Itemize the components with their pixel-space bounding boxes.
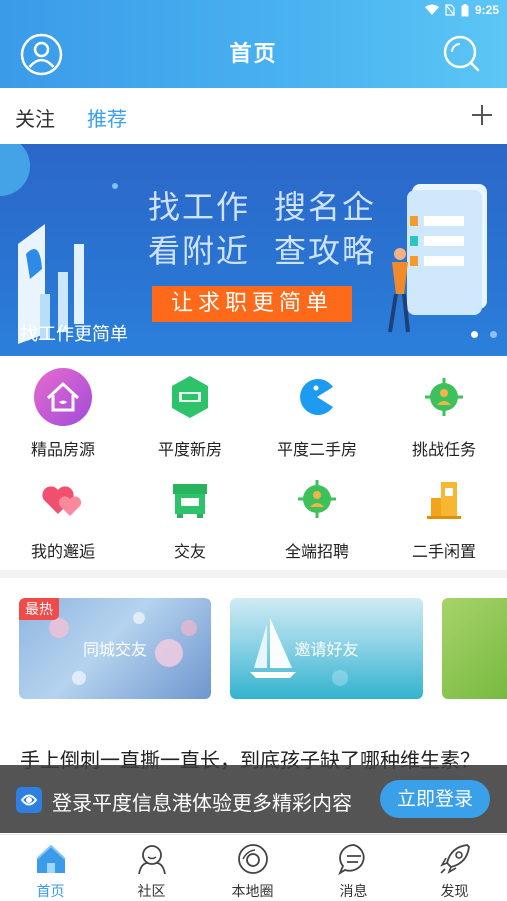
rocket-icon [440,844,470,874]
shortcut-label: 交友 [173,542,206,561]
hearts-icon [42,486,82,516]
shortcut-recruitment[interactable]: 全端招聘 [254,462,380,562]
target-person-icon [425,378,463,416]
shortcut-label: 我的邂逅 [30,542,95,561]
shortcut-grid: 精品房源 平度新房 平度二手房 挑战任务 我的邂逅 交友 全端招聘 二手闲置 [0,360,507,570]
login-prompt-text: 登录平度信息港体验更多精彩内容 [52,791,352,815]
no-sim-icon [445,4,455,16]
nav-discover[interactable]: 发现 [404,839,505,900]
shortcut-make-friends[interactable]: 交友 [127,462,253,562]
shortcut-my-encounters[interactable]: 我的邂逅 [0,462,126,562]
banner-line: 搜名企 [274,188,377,226]
pager-dot [490,331,497,338]
shortcut-label: 全端招聘 [284,542,349,561]
tab-recommend[interactable]: 推荐 [87,103,127,132]
pacman-icon [300,379,333,415]
shortcut-label: 二手闲置 [411,542,476,561]
shortcut-label: 挑战任务 [411,440,476,459]
nav-label: 发现 [440,884,469,900]
target-person-icon [298,480,336,518]
nav-community[interactable]: 社区 [101,839,202,900]
banner-line: 找工作 [148,188,251,226]
status-time: 9:25 [474,3,499,17]
nav-label: 首页 [36,884,65,900]
card-partial[interactable] [442,598,507,699]
shortcut-new-homes[interactable]: 平度新房 [127,360,253,460]
banner-cta: 让求职更简单 [152,286,352,322]
shortcut-label: 平度新房 [157,440,222,459]
login-button[interactable]: 立即登录 [380,780,490,818]
community-icon [138,845,166,875]
banner-pager[interactable] [471,331,497,338]
home-icon [36,844,66,873]
shop-icon [173,484,207,518]
card-title: 同城交友 [82,640,147,659]
add-channel-button[interactable] [471,104,493,126]
local-circle-icon [238,844,268,874]
banner-line: 查攻略 [274,232,377,270]
nav-home[interactable]: 首页 [0,839,101,900]
app-header: 9:25 首页 [0,0,507,88]
house-icon [34,368,92,426]
login-prompt-bar: 登录平度信息港体验更多精彩内容 立即登录 [0,765,507,833]
nav-label: 社区 [137,884,166,900]
category-hex-icon [172,376,208,418]
promo-banner[interactable]: 找工作 搜名企 看附近 查攻略 让求职更简单 找工作更简单 [0,144,507,356]
app-logo-icon [20,794,38,806]
shortcut-label: 平度二手房 [276,440,357,459]
shortcut-challenge-tasks[interactable]: 挑战任务 [381,360,507,460]
plus-icon [472,105,492,125]
banner-line: 看附近 [148,232,251,270]
tab-follow[interactable]: 关注 [15,103,55,132]
wifi-icon [424,4,439,15]
bottom-navigation: 首页 社区 本地圈 消息 发现 [0,834,507,901]
page-title: 首页 [229,42,278,67]
shortcut-second-hand-items[interactable]: 二手闲置 [381,462,507,562]
shortcut-premium-housing[interactable]: 精品房源 [0,360,126,460]
section-divider [0,570,507,578]
search-icon [443,35,480,72]
card-invite-friends[interactable]: 邀请好友 [230,598,423,699]
feed-tabs: 关注 推荐 [0,88,507,144]
hot-badge: 最热 [19,598,59,620]
shortcut-label: 精品房源 [30,440,95,459]
feature-cards: 最热 同城交友 邀请好友 [0,598,507,700]
nav-local-circle[interactable]: 本地圈 [202,839,303,900]
building-icon [427,482,461,519]
pager-dot-active [471,331,478,338]
battery-icon [461,3,469,16]
search-button[interactable] [442,34,482,74]
nav-label: 本地圈 [231,884,274,900]
shortcut-second-hand-homes[interactable]: 平度二手房 [254,360,380,460]
app-logo [16,787,42,813]
card-local-dating[interactable]: 最热 同城交友 [19,598,211,699]
nav-messages[interactable]: 消息 [303,839,404,900]
card-title: 邀请好友 [294,640,359,659]
message-icon [338,844,365,876]
status-bar: 9:25 [0,0,507,22]
banner-caption: 找工作更简单 [20,324,128,345]
nav-label: 消息 [339,884,368,900]
